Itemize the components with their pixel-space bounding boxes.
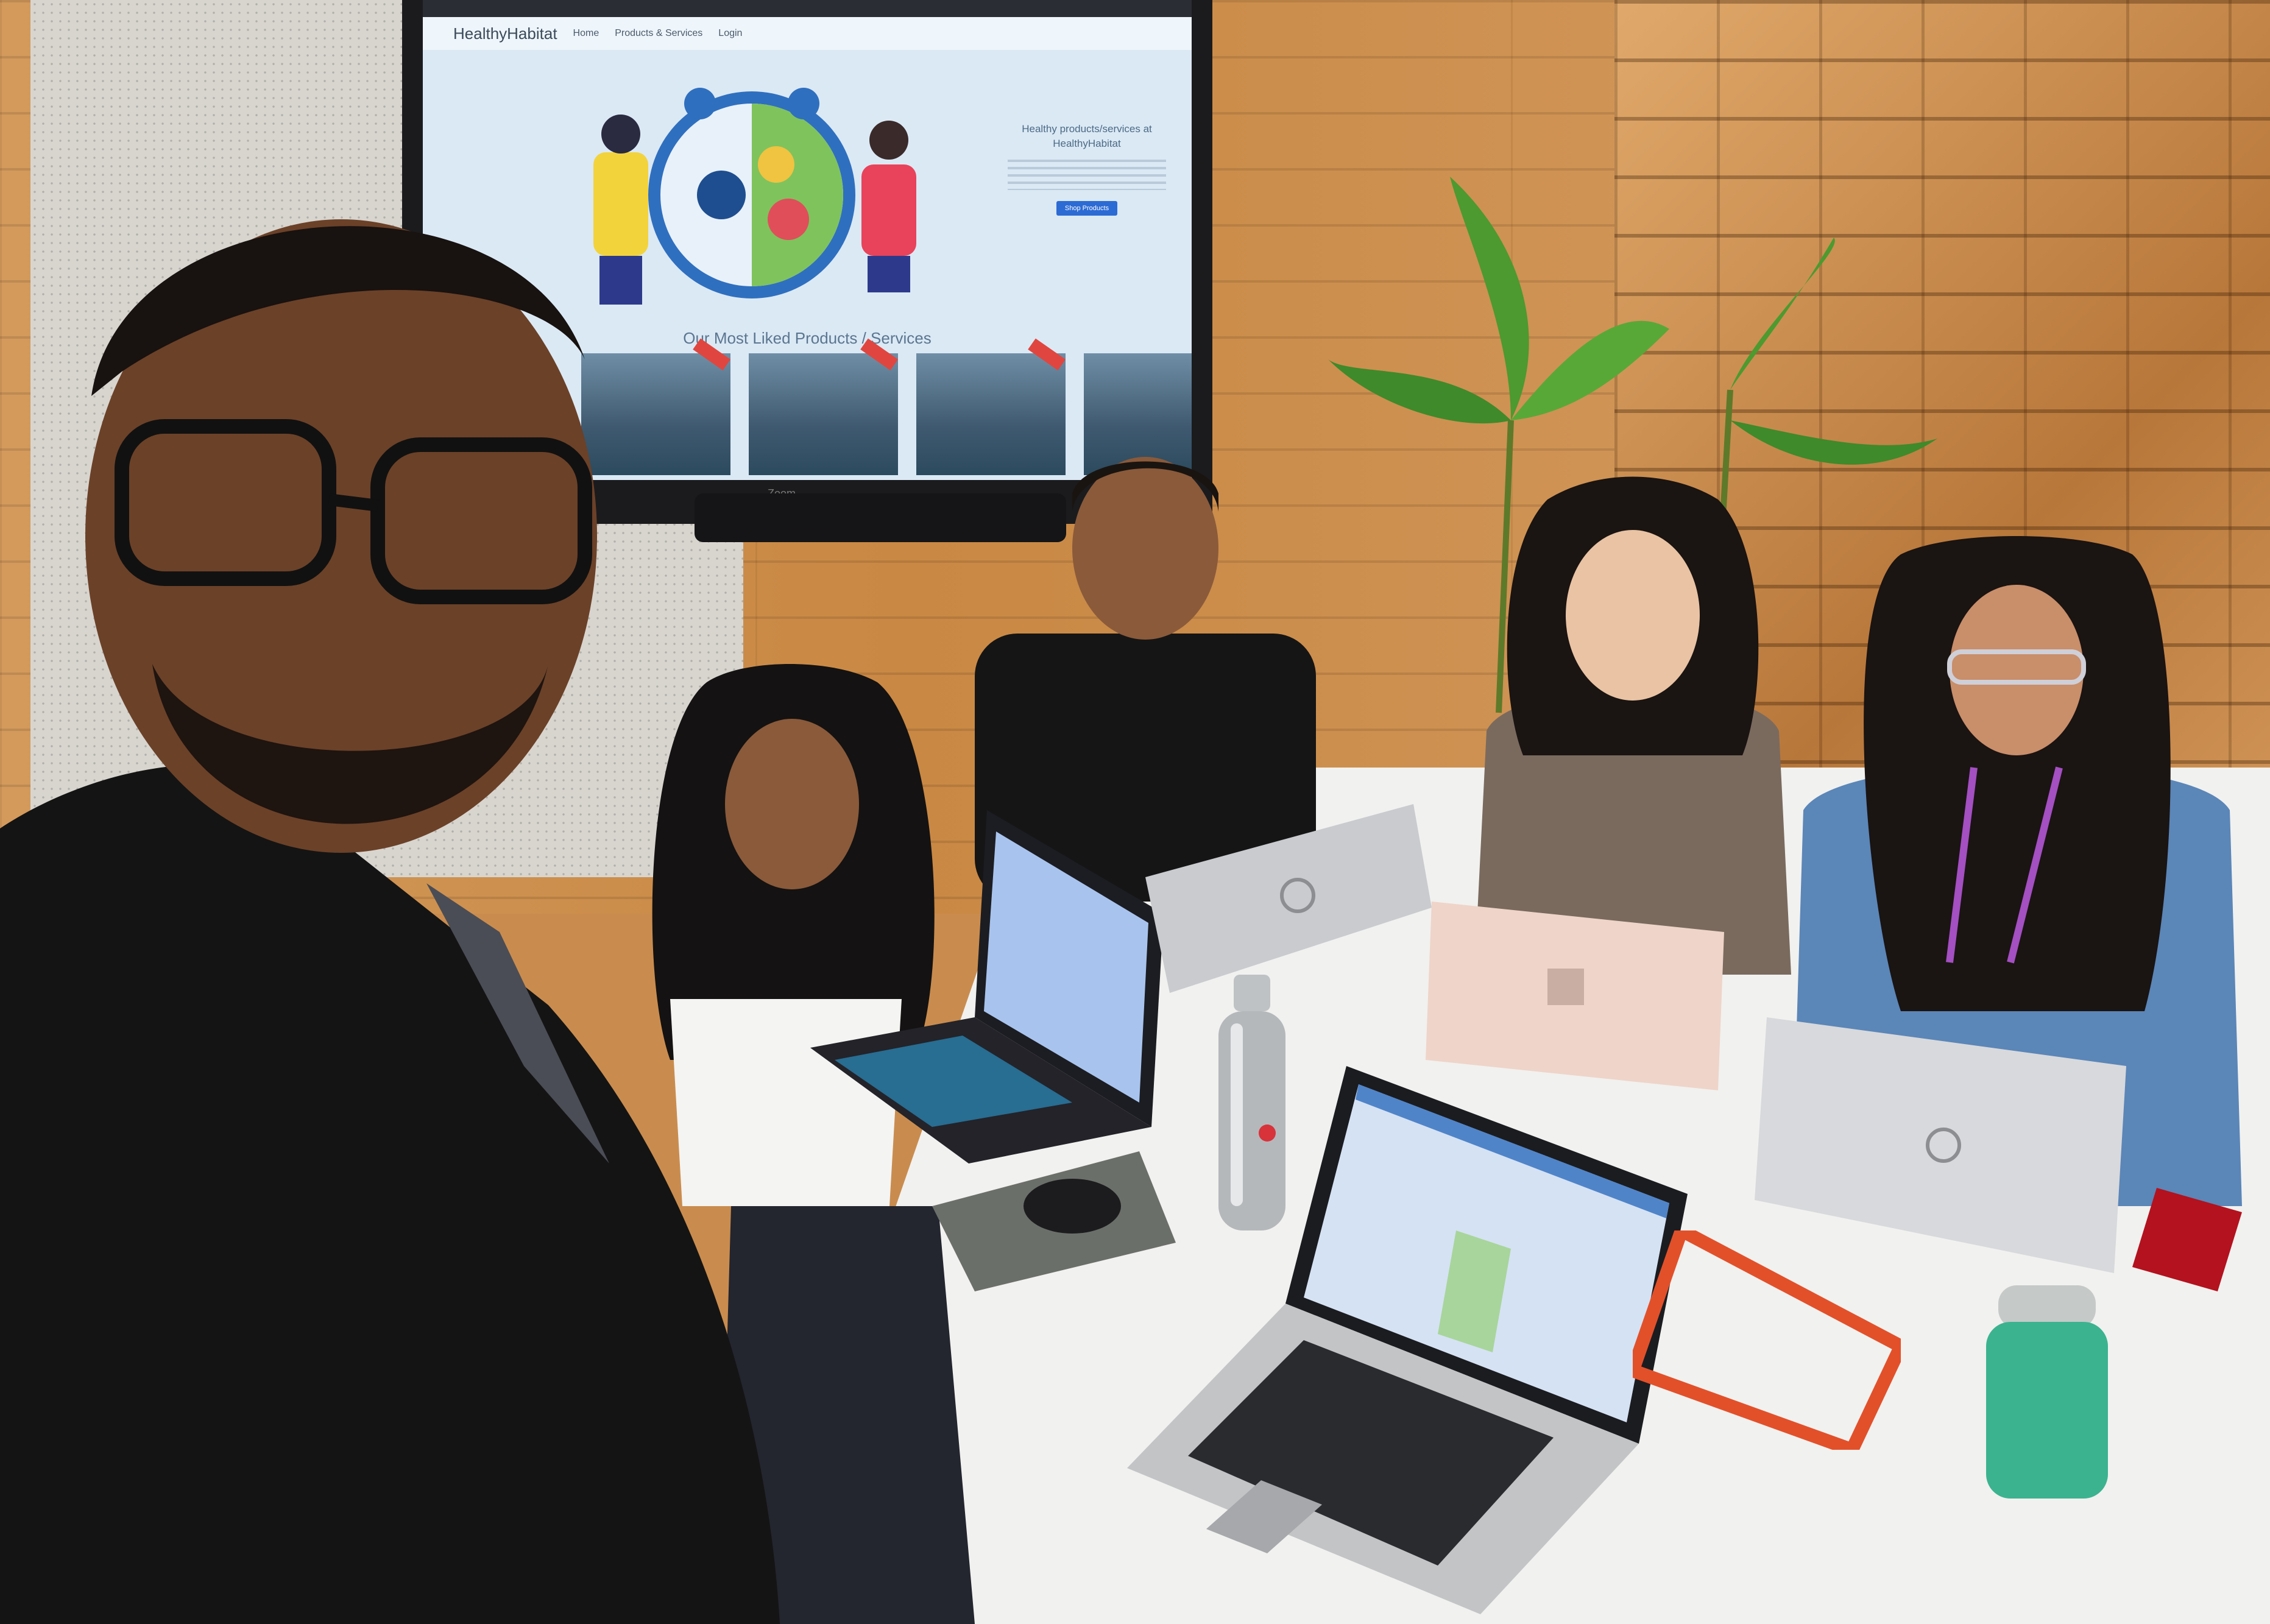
hero-paragraph-lines xyxy=(1008,160,1166,190)
person-foreground-selfie xyxy=(0,219,780,1624)
green-water-bottle xyxy=(1986,1285,2108,1499)
hero-heading: Healthy products/services at HealthyHabi… xyxy=(1022,123,1152,149)
hero-button: Shop Products xyxy=(1056,201,1118,216)
nav-link-login: Login xyxy=(718,28,743,38)
laptop-silver-back-center xyxy=(1145,804,1432,993)
steel-water-bottle xyxy=(1218,975,1285,1230)
cable-tray xyxy=(1633,1230,1901,1450)
laptop-rose-gold xyxy=(1426,902,1724,1090)
laptop-hp-front xyxy=(1127,1066,1688,1614)
mouse-pad xyxy=(932,1151,1176,1291)
red-phone xyxy=(2132,1188,2242,1291)
nav-link-home: Home xyxy=(573,28,599,38)
nav-link-products: Products & Services xyxy=(615,28,703,38)
hero-text: Healthy products/services at HealthyHabi… xyxy=(1008,122,1166,216)
site-brand: HealthyHabitat xyxy=(453,24,557,43)
photo-scene: HealthyHabitat Home Products & Services … xyxy=(0,0,2270,1624)
laptop-black-gaming xyxy=(810,810,1164,1163)
browser-bar xyxy=(423,0,1192,17)
website-nav: HealthyHabitat Home Products & Services … xyxy=(423,17,1192,50)
